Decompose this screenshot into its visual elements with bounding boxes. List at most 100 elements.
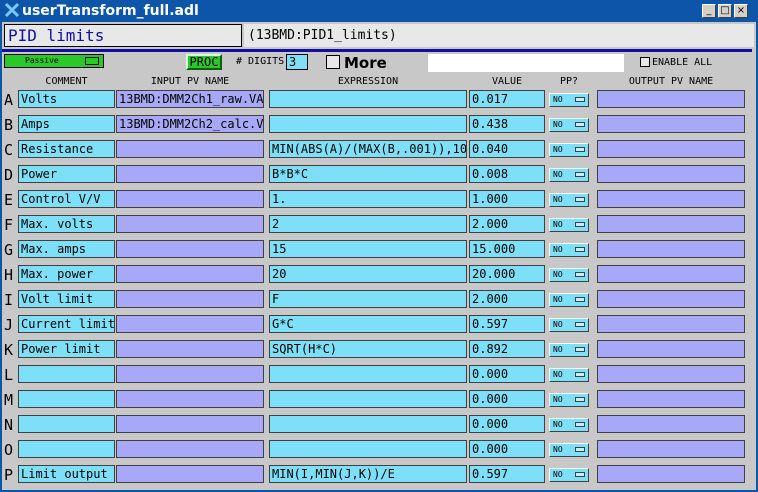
comment-field[interactable]: Amps xyxy=(18,115,115,133)
value-field[interactable]: 20.000 xyxy=(469,265,545,283)
pid-name-field[interactable]: PID limits xyxy=(4,24,242,47)
input-pv-field[interactable] xyxy=(116,140,264,158)
value-field[interactable]: 2.000 xyxy=(469,290,545,308)
comment-field[interactable] xyxy=(18,415,115,433)
input-pv-field[interactable] xyxy=(116,265,264,283)
pp-menu[interactable]: NO xyxy=(549,318,589,332)
input-pv-field[interactable]: 13BMD:DMM2Ch1_raw.VAL xyxy=(116,90,264,108)
comment-field[interactable] xyxy=(18,365,115,383)
expression-field[interactable]: MIN(I,MIN(J,K))/E xyxy=(269,465,467,483)
input-pv-field[interactable] xyxy=(116,165,264,183)
expression-field[interactable]: SQRT(H*C) xyxy=(269,340,467,358)
pp-menu[interactable]: NO xyxy=(549,293,589,307)
output-pv-field[interactable] xyxy=(597,190,745,208)
input-pv-field[interactable] xyxy=(116,340,264,358)
input-pv-field[interactable]: 13BMD:DMM2Ch2_calc.VAL xyxy=(116,115,264,133)
comment-field[interactable]: Volt limit xyxy=(18,290,115,308)
close-button[interactable]: × xyxy=(734,4,748,18)
comment-field[interactable]: Max. power xyxy=(18,265,115,283)
expression-field[interactable]: G*C xyxy=(269,315,467,333)
comment-field[interactable]: Volts xyxy=(18,90,115,108)
value-field[interactable]: 2.000 xyxy=(469,215,545,233)
value-field[interactable]: 0.000 xyxy=(469,390,545,408)
output-pv-field[interactable] xyxy=(597,440,745,458)
expression-field[interactable]: 20 xyxy=(269,265,467,283)
digits-input[interactable]: 3 xyxy=(286,54,308,70)
expression-field[interactable]: 15 xyxy=(269,240,467,258)
output-pv-field[interactable] xyxy=(597,365,745,383)
output-pv-field[interactable] xyxy=(597,165,745,183)
output-pv-field[interactable] xyxy=(597,340,745,358)
comment-field[interactable]: Control V/V xyxy=(18,190,115,208)
pp-menu[interactable]: NO xyxy=(549,418,589,432)
expression-field[interactable] xyxy=(269,390,467,408)
maximize-button[interactable]: □ xyxy=(718,4,732,18)
pp-menu[interactable]: NO xyxy=(549,443,589,457)
comment-field[interactable]: Power xyxy=(18,165,115,183)
value-field[interactable]: 0.000 xyxy=(469,415,545,433)
value-field[interactable]: 0.892 xyxy=(469,340,545,358)
output-pv-field[interactable] xyxy=(597,90,745,108)
output-pv-field[interactable] xyxy=(597,215,745,233)
input-pv-field[interactable] xyxy=(116,440,264,458)
pp-menu[interactable]: NO xyxy=(549,168,589,182)
value-field[interactable]: 1.000 xyxy=(469,190,545,208)
output-pv-field[interactable] xyxy=(597,415,745,433)
comment-field[interactable]: Power limit xyxy=(18,340,115,358)
pp-menu[interactable]: NO xyxy=(549,268,589,282)
input-pv-field[interactable] xyxy=(116,465,264,483)
comment-field[interactable] xyxy=(18,440,115,458)
expression-field[interactable] xyxy=(269,415,467,433)
comment-field[interactable]: Max. amps xyxy=(18,240,115,258)
more-button[interactable]: More xyxy=(344,54,387,72)
input-pv-field[interactable] xyxy=(116,390,264,408)
input-pv-field[interactable] xyxy=(116,290,264,308)
input-pv-field[interactable] xyxy=(116,415,264,433)
expression-field[interactable] xyxy=(269,365,467,383)
value-field[interactable]: 0.040 xyxy=(469,140,545,158)
pp-menu[interactable]: NO xyxy=(549,243,589,257)
comment-field[interactable] xyxy=(18,390,115,408)
expression-field[interactable] xyxy=(269,90,467,108)
related-display-icon[interactable] xyxy=(326,55,340,69)
value-field[interactable]: 0.017 xyxy=(469,90,545,108)
output-pv-field[interactable] xyxy=(597,265,745,283)
comment-field[interactable]: Max. volts xyxy=(18,215,115,233)
expression-field[interactable] xyxy=(269,115,467,133)
comment-field[interactable]: Resistance xyxy=(18,140,115,158)
pp-menu[interactable]: NO xyxy=(549,368,589,382)
expression-field[interactable]: 1. xyxy=(269,190,467,208)
expression-field[interactable]: MIN(ABS(A)/(MAX(B,.001)),10) xyxy=(269,140,467,158)
pp-menu[interactable]: NO xyxy=(549,143,589,157)
output-pv-field[interactable] xyxy=(597,315,745,333)
pp-menu[interactable]: NO xyxy=(549,393,589,407)
value-field[interactable]: 0.597 xyxy=(469,315,545,333)
value-field[interactable]: 0.008 xyxy=(469,165,545,183)
comment-field[interactable]: Limit output xyxy=(18,465,115,483)
value-field[interactable]: 15.000 xyxy=(469,240,545,258)
input-pv-field[interactable] xyxy=(116,365,264,383)
value-field[interactable]: 0.000 xyxy=(469,365,545,383)
output-pv-field[interactable] xyxy=(597,465,745,483)
output-pv-field[interactable] xyxy=(597,115,745,133)
pp-menu[interactable]: NO xyxy=(549,218,589,232)
expression-field[interactable]: B*B*C xyxy=(269,165,467,183)
value-field[interactable]: 0.438 xyxy=(469,115,545,133)
output-pv-field[interactable] xyxy=(597,390,745,408)
input-pv-field[interactable] xyxy=(116,315,264,333)
value-field[interactable]: 0.000 xyxy=(469,440,545,458)
proc-button[interactable]: PROC xyxy=(186,54,222,70)
output-pv-field[interactable] xyxy=(597,290,745,308)
expression-field[interactable]: 2 xyxy=(269,215,467,233)
pp-menu[interactable]: NO xyxy=(549,118,589,132)
output-pv-field[interactable] xyxy=(597,140,745,158)
expression-field[interactable] xyxy=(269,440,467,458)
input-pv-field[interactable] xyxy=(116,240,264,258)
pp-menu[interactable]: NO xyxy=(549,343,589,357)
comment-field[interactable]: Current limit xyxy=(18,315,115,333)
scan-menu[interactable]: Passive xyxy=(4,54,104,68)
minimize-button[interactable]: _ xyxy=(702,4,716,18)
enable-all-checkbox[interactable] xyxy=(640,57,650,67)
input-pv-field[interactable] xyxy=(116,215,264,233)
pp-menu[interactable]: NO xyxy=(549,93,589,107)
